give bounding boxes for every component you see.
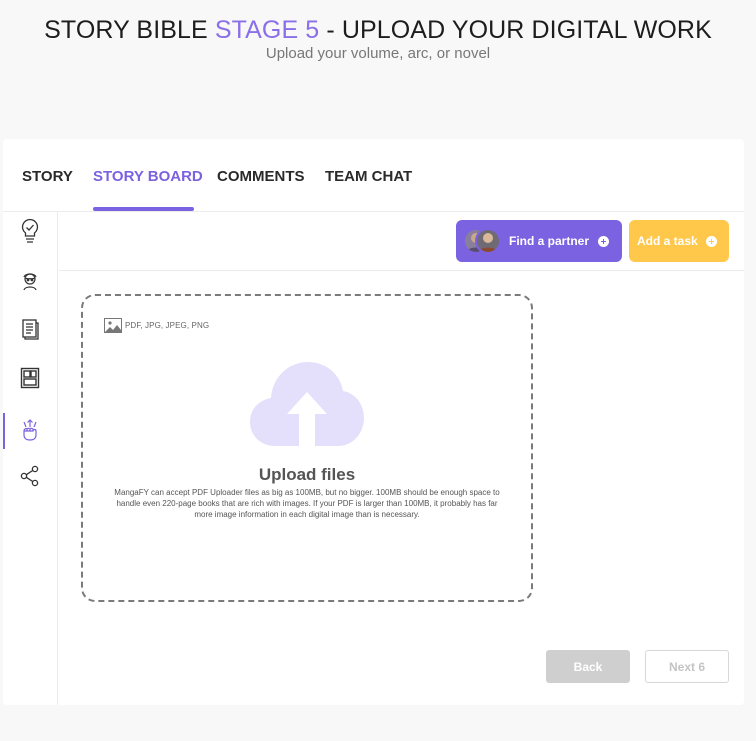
file-format-text: PDF, JPG, JPEG, PNG [125, 321, 210, 330]
share-icon[interactable] [18, 463, 42, 489]
lightbulb-check-icon[interactable] [18, 218, 42, 244]
page-subtitle: Upload your volume, arc, or novel [265, 45, 491, 62]
page-title: STORY BIBLE STAGE 5 - UPLOAD YOUR DIGITA… [0, 15, 756, 45]
sidebar [3, 212, 58, 705]
plus-circle-icon [706, 235, 717, 247]
title-suffix: - UPLOAD YOUR DIGITAL WORK [319, 16, 712, 44]
upload-description: MangaFY can accept PDF Uploader files as… [114, 488, 500, 519]
file-dropzone[interactable]: PDF, JPG, JPEG, PNG Upload files MangaFY… [81, 294, 533, 602]
document-icon[interactable] [18, 316, 42, 342]
active-tab-indicator [93, 207, 194, 211]
image-icon [104, 318, 122, 333]
tab-story[interactable]: STORY [22, 168, 73, 186]
character-icon[interactable] [18, 268, 42, 294]
partner-avatars [463, 228, 501, 254]
next-button[interactable]: Next 6 [645, 650, 729, 683]
file-format-info: PDF, JPG, JPEG, PNG [104, 318, 209, 333]
add-task-button[interactable]: Add a task [629, 220, 729, 262]
title-stage: STAGE 5 [214, 16, 320, 44]
action-bar: Find a partner Add a task [59, 212, 744, 271]
storyboard-panels-icon[interactable] [18, 365, 42, 391]
tab-comments[interactable]: COMMENTS [217, 168, 305, 186]
add-task-label: Add a task [637, 234, 698, 248]
find-partner-label: Find a partner [509, 234, 590, 248]
title-prefix: STORY BIBLE [44, 16, 215, 44]
plus-circle-icon [598, 235, 609, 247]
hand-upload-icon[interactable] [18, 417, 42, 443]
tab-bar: STORY STORY BOARD COMMENTS TEAM CHAT [3, 139, 744, 212]
find-partner-button[interactable]: Find a partner [456, 220, 622, 262]
tab-story-board[interactable]: STORY BOARD [93, 168, 203, 186]
tab-team-chat[interactable]: TEAM CHAT [325, 168, 412, 186]
cloud-upload-icon [250, 362, 364, 446]
sidebar-active-indicator [3, 413, 5, 449]
main-card: STORY STORY BOARD COMMENTS TEAM CHAT Fin… [3, 139, 744, 705]
avatar [475, 228, 501, 254]
upload-title: Upload files [258, 465, 356, 484]
back-button[interactable]: Back [546, 650, 630, 683]
